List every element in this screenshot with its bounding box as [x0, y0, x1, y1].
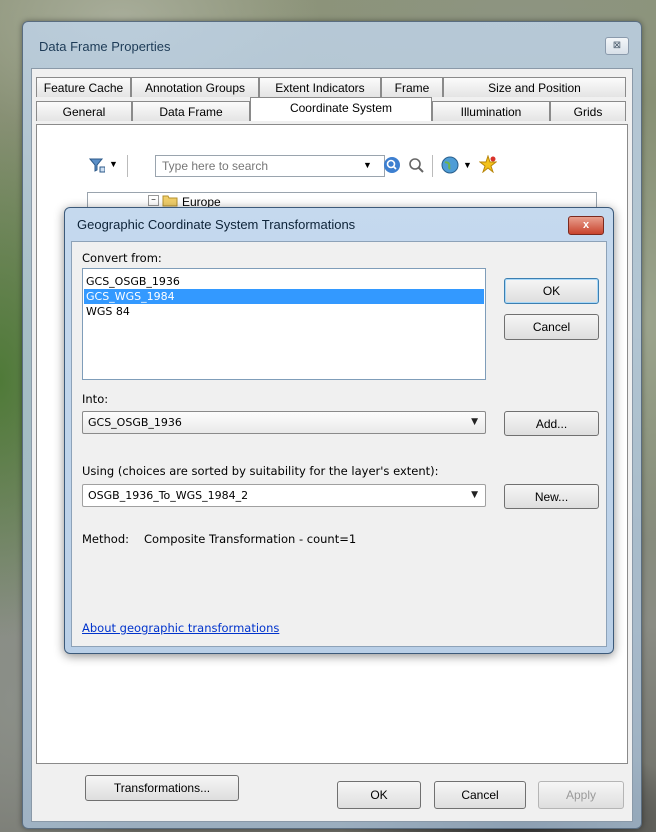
tab-frame[interactable]: Frame [381, 77, 443, 97]
globe-icon[interactable] [441, 156, 459, 177]
dialog-cancel-button[interactable]: Cancel [504, 314, 599, 340]
add-button[interactable]: Add... [504, 411, 599, 436]
list-item-selected[interactable]: GCS_WGS_1984 [84, 289, 484, 304]
chevron-down-icon: ▼ [471, 417, 478, 427]
search-dropdown-icon[interactable]: ▼ [363, 160, 372, 170]
apply-button: Apply [538, 781, 624, 809]
about-transformations-link[interactable]: About geographic transformations [82, 621, 279, 635]
into-dropdown[interactable]: GCS_OSGB_1936 ▼ [82, 411, 486, 434]
into-label: Into: [82, 392, 109, 406]
dialog-body: Convert from: GCS_OSGB_1936 GCS_WGS_1984… [71, 241, 607, 647]
tree-expand-icon[interactable]: − [148, 195, 159, 206]
dialog-close-button[interactable]: x [568, 216, 604, 235]
search-icon[interactable] [383, 156, 401, 177]
method-label: Method: [82, 532, 130, 546]
convert-from-label: Convert from: [82, 251, 162, 265]
tab-size-and-position[interactable]: Size and Position [443, 77, 626, 97]
dialog-title: Geographic Coordinate System Transformat… [77, 217, 356, 232]
tab-extent-indicators[interactable]: Extent Indicators [259, 77, 381, 97]
list-item[interactable]: GCS_OSGB_1936 [86, 274, 180, 289]
window-title: Data Frame Properties [39, 39, 171, 54]
chevron-down-icon: ▼ [471, 490, 478, 500]
method-value: Composite Transformation - count=1 [144, 532, 357, 546]
cancel-button[interactable]: Cancel [434, 781, 526, 809]
gcs-transformations-dialog: Geographic Coordinate System Transformat… [64, 207, 614, 654]
using-value: OSGB_1936_To_WGS_1984_2 [88, 489, 249, 502]
filter-dropdown-icon[interactable]: ▼ [109, 159, 118, 169]
new-button[interactable]: New... [504, 484, 599, 509]
dialog-ok-button[interactable]: OK [504, 278, 599, 304]
search-input[interactable]: Type here to search [155, 155, 385, 177]
ok-button[interactable]: OK [337, 781, 421, 809]
toolbar-separator [432, 155, 433, 177]
tab-grids[interactable]: Grids [550, 101, 626, 121]
tab-annotation-groups[interactable]: Annotation Groups [131, 77, 259, 97]
window-close-button[interactable]: ⊠ [605, 37, 629, 55]
tab-coordinate-system[interactable]: Coordinate System [250, 97, 432, 121]
filter-icon[interactable] [88, 157, 106, 176]
using-dropdown[interactable]: OSGB_1936_To_WGS_1984_2 ▼ [82, 484, 486, 507]
transformations-button[interactable]: Transformations... [85, 775, 239, 801]
toolbar-separator [127, 155, 128, 177]
into-value: GCS_OSGB_1936 [88, 416, 182, 429]
using-label: Using (choices are sorted by suitability… [82, 464, 439, 478]
tab-data-frame[interactable]: Data Frame [132, 101, 250, 121]
tab-general[interactable]: General [36, 101, 132, 121]
globe-dropdown-icon[interactable]: ▼ [463, 160, 472, 170]
tab-illumination[interactable]: Illumination [432, 101, 550, 121]
search-clear-icon[interactable] [407, 156, 425, 177]
tab-feature-cache[interactable]: Feature Cache [36, 77, 131, 97]
convert-from-list[interactable]: GCS_OSGB_1936 GCS_WGS_1984 WGS 84 [82, 268, 486, 380]
list-item[interactable]: WGS 84 [86, 304, 130, 319]
favorites-star-icon[interactable] [478, 154, 498, 176]
